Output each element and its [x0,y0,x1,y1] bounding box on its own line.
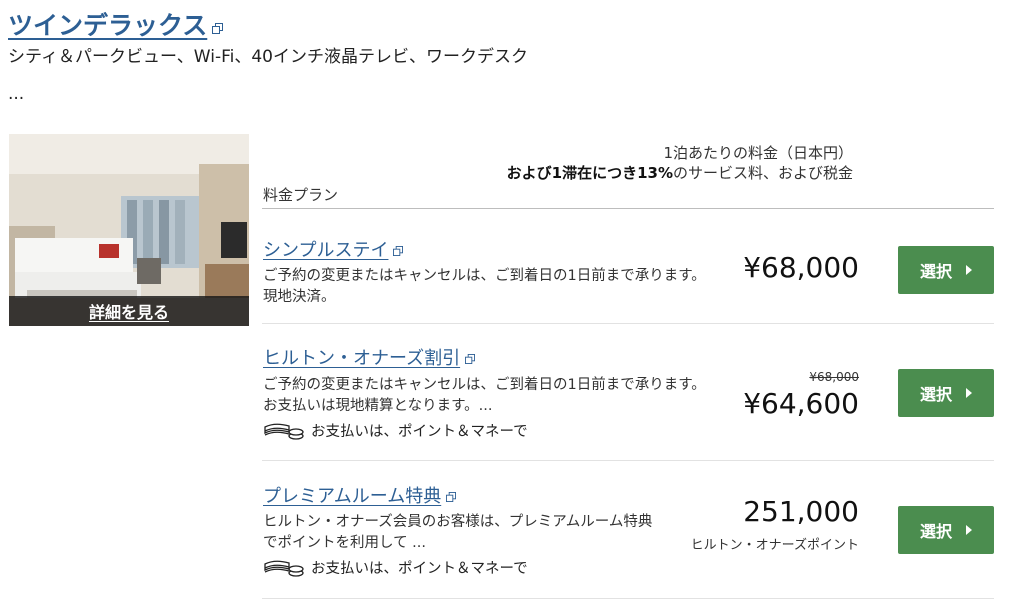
pay-note-text: お支払いは、ポイント＆マネーで [311,424,528,440]
plan-points-price: 251,000 [743,495,859,528]
room-more-ellipsis: ... [8,84,25,104]
plan-points-unit: ヒルトン・オナーズポイント [690,538,859,553]
points-and-money-note: お支払いは、ポイント＆マネーで [263,557,528,578]
plan-description: ご予約の変更またはキャンセルは、ご到着日の1日前まで承ります。お支払いは現地精算… [263,377,706,414]
caret-right-icon [966,525,972,535]
plan-title-link[interactable]: ヒルトン・オナーズ割引 [263,344,476,370]
select-button[interactable]: 選択 [898,506,994,554]
select-button-label: 選択 [919,522,952,541]
rate-price-header-line2: および1滞在につき13%のサービス料、および税金 [440,163,853,183]
plan-title: ヒルトン・オナーズ割引 [263,348,461,369]
rate-price-header-bold: および1滞在につき13% [506,164,673,182]
rate-price-header-line1: 1泊あたりの料金（日本円） [663,144,853,162]
rate-plan-row: プレミアムルーム特典 ヒルトン・オナーズ会員のお客様は、プレミアムルーム特典でポ… [262,461,994,600]
room-description: シティ＆パークビュー、Wi-Fi、40インチ液晶テレビ、ワークデスク [8,47,528,67]
room-title: ツインデラックス [8,11,208,40]
external-link-icon [212,23,224,34]
plan-price: ¥68,000 [743,251,859,284]
plan-title: シンプルステイ [263,240,389,261]
caret-right-icon [966,388,972,398]
plan-divider [262,598,994,599]
coins-cash-icon [264,423,304,440]
plan-description: ヒルトン・オナーズ会員のお客様は、プレミアムルーム特典でポイントを利用して ..… [263,514,653,551]
plan-description: ご予約の変更またはキャンセルは、ご到着日の1日前まで承ります。現地決済。 [263,268,706,305]
select-button-label: 選択 [919,385,952,404]
rate-plan-header: 料金プラン [263,186,339,204]
rate-price-header: 1泊あたりの料金（日本円） および1滞在につき13%のサービス料、および税金 [440,143,853,183]
select-button[interactable]: 選択 [898,369,994,417]
photo-caption-bar: 詳細を見る [9,296,249,326]
plan-title-link[interactable]: シンプルステイ [263,236,404,262]
view-details-link[interactable]: 詳細を見る [89,299,169,323]
rate-price-header-rest: のサービス料、および税金 [672,164,853,182]
room-photo[interactable]: 詳細を見る [9,134,249,326]
caret-right-icon [966,265,972,275]
plan-title-link[interactable]: プレミアムルーム特典 [263,482,457,508]
room-title-link[interactable]: ツインデラックス [8,6,224,42]
plan-price: ¥64,600 [743,387,859,420]
rate-plan-row: ヒルトン・オナーズ割引 ご予約の変更またはキャンセルは、ご到着日の1日前まで承り… [262,324,994,461]
external-link-icon [465,354,476,364]
plan-original-price: ¥68,000 [809,370,859,384]
points-and-money-note: お支払いは、ポイント＆マネーで [263,420,528,441]
select-button[interactable]: 選択 [898,246,994,294]
select-button-label: 選択 [919,262,952,281]
external-link-icon [446,492,457,502]
external-link-icon [393,246,404,256]
rate-plan-row: シンプルステイ ご予約の変更またはキャンセルは、ご到着日の1日前まで承ります。現… [262,209,994,324]
coins-cash-icon [264,560,304,577]
plan-title: プレミアムルーム特典 [263,486,442,507]
pay-note-text: お支払いは、ポイント＆マネーで [311,561,528,577]
